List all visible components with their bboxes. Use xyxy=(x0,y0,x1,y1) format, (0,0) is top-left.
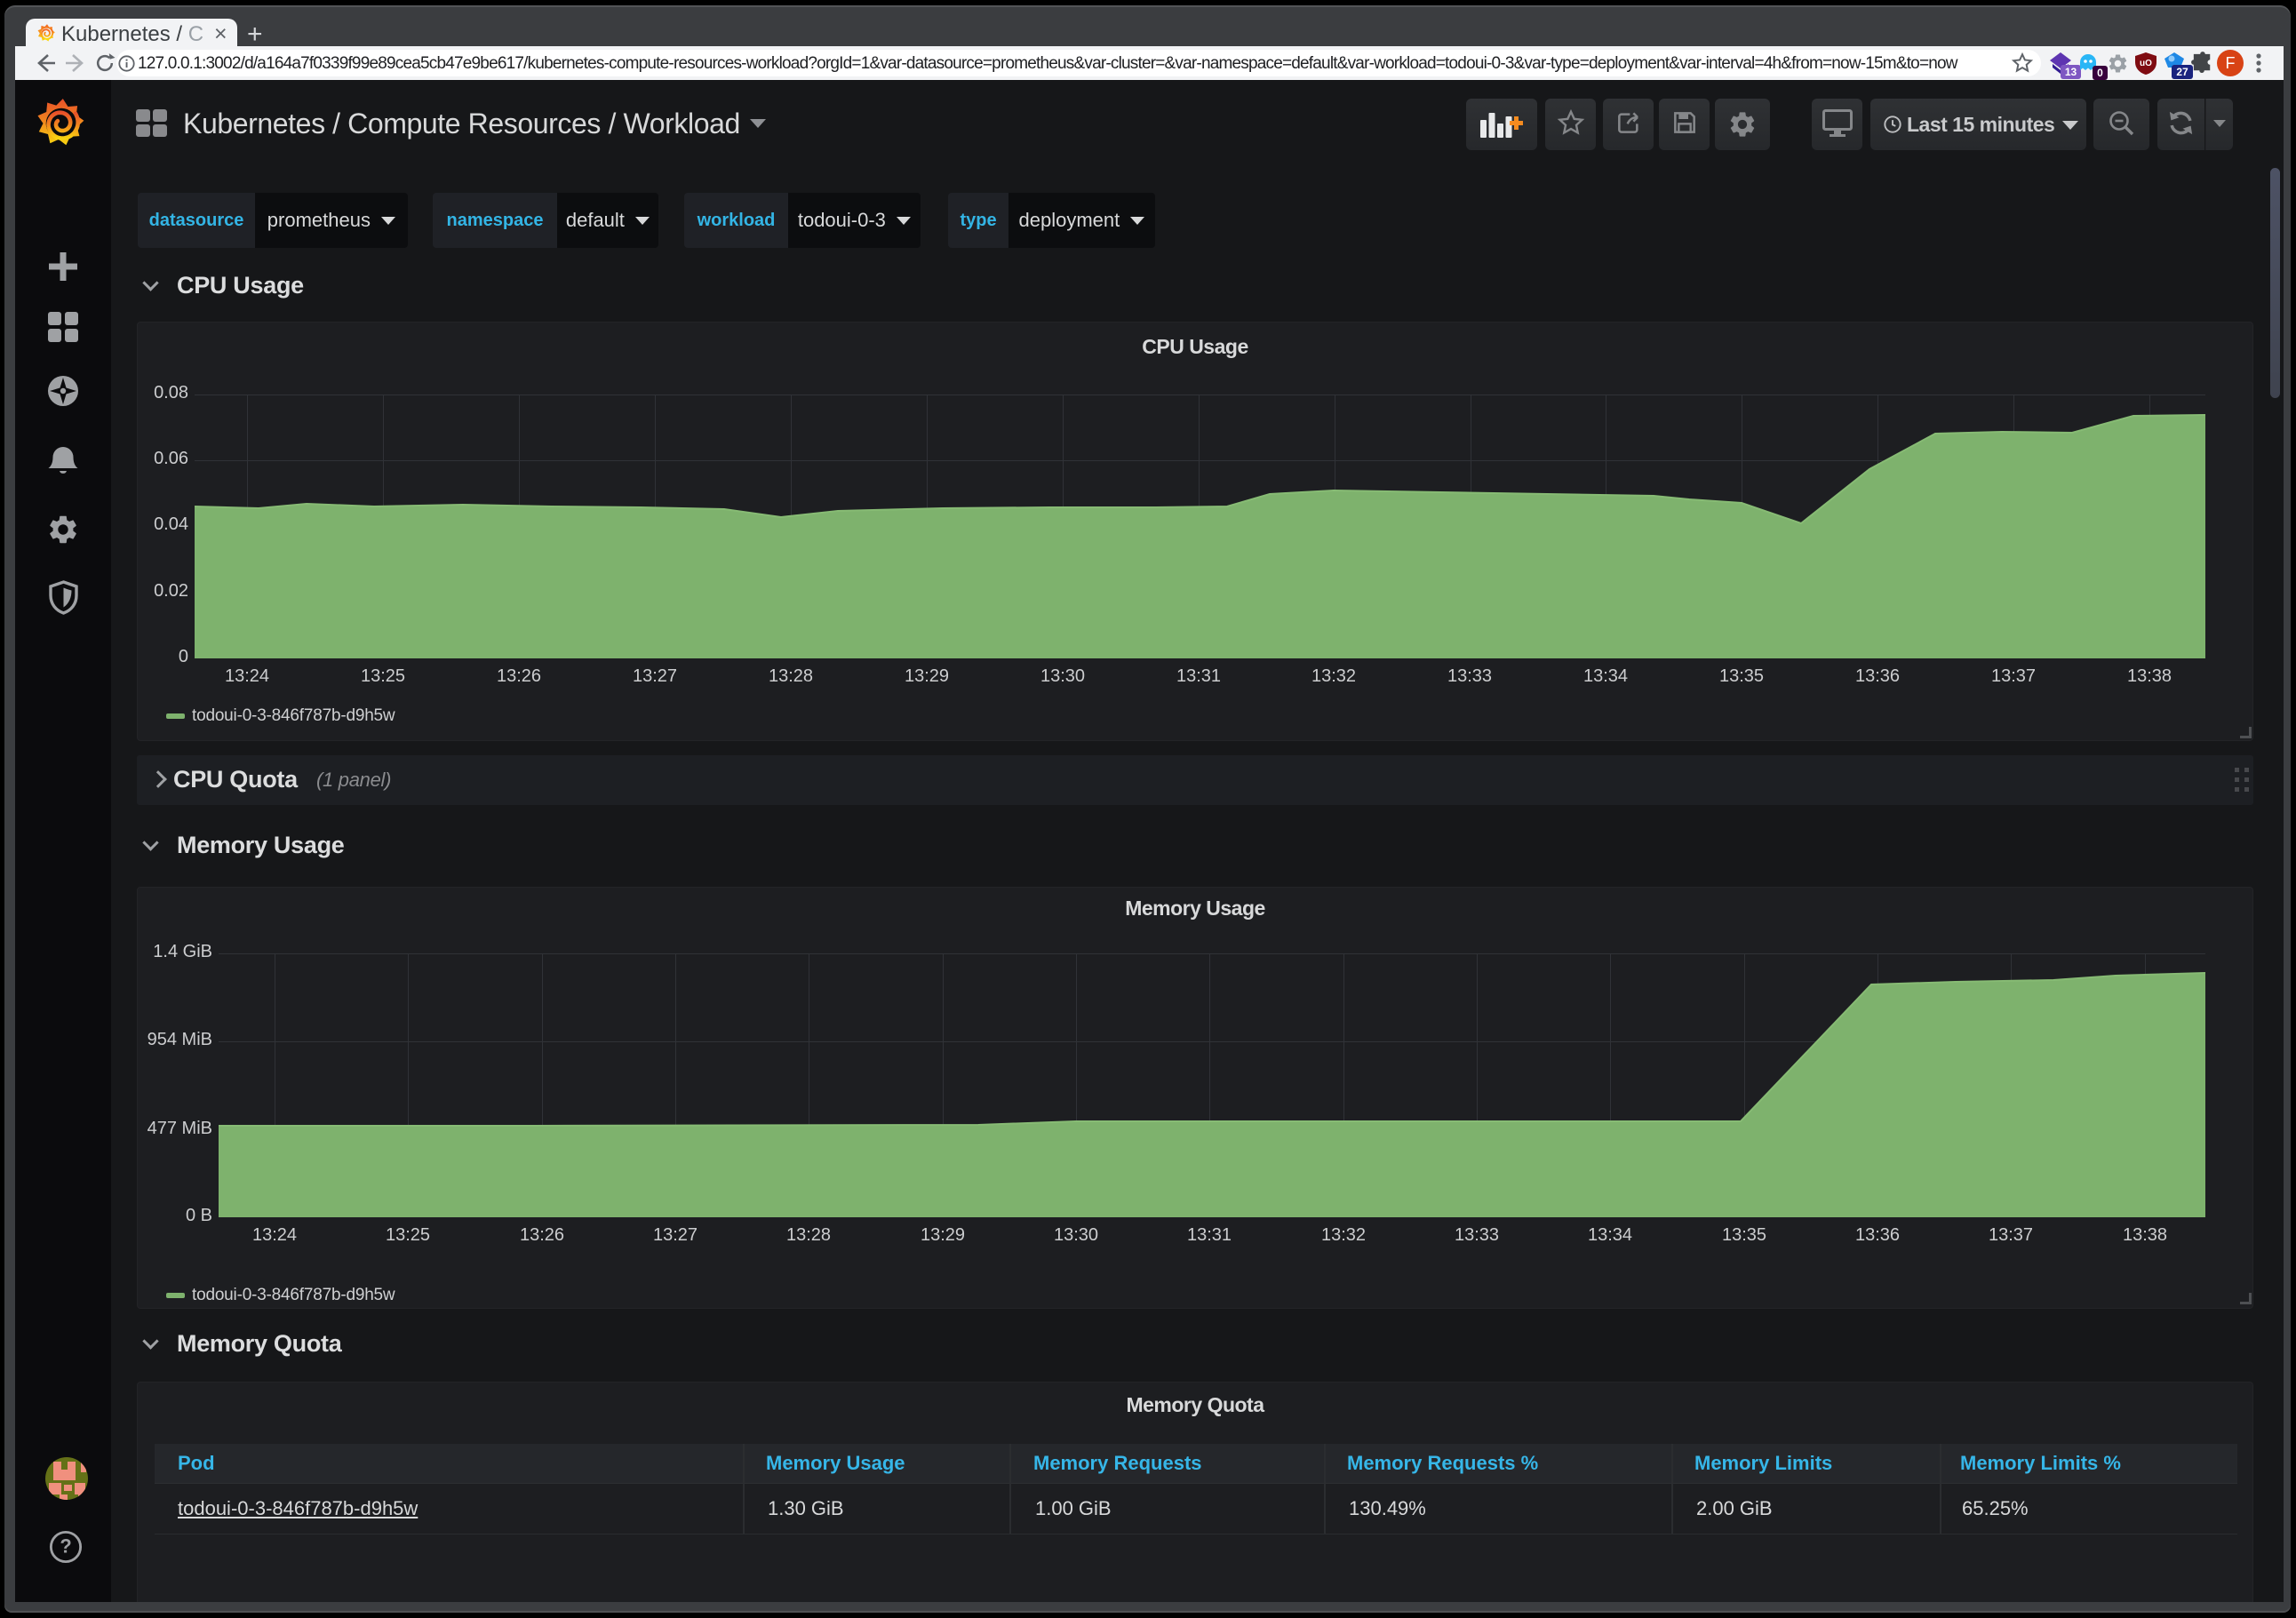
svg-text:uO: uO xyxy=(2140,59,2152,68)
svg-text:?: ? xyxy=(60,1535,71,1558)
